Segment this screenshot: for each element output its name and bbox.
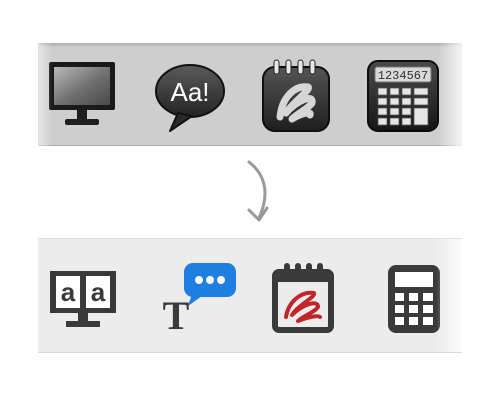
old-toolbar-item-speech[interactable]: Aa! <box>152 59 228 135</box>
monitor-letter-left: a <box>61 277 76 307</box>
notepad-icon <box>272 263 334 333</box>
notepad-icon <box>262 59 330 132</box>
old-toolbar-item-notepad[interactable] <box>260 57 332 135</box>
speech-bubble-text: Aa! <box>170 77 209 107</box>
new-toolbar-item-monitor[interactable]: a a <box>48 267 118 331</box>
monitor-icon: a a <box>50 271 116 327</box>
old-toolbar: Aa! 1234567 <box>38 43 462 146</box>
calculator-display-text: 1234567 <box>378 69 428 83</box>
old-toolbar-item-monitor[interactable] <box>46 59 118 133</box>
new-toolbar: a a T <box>38 238 462 353</box>
new-toolbar-item-calculator[interactable] <box>386 263 442 335</box>
old-toolbar-item-calculator[interactable]: 1234567 <box>366 59 440 133</box>
text-chat-icon: T <box>163 263 236 333</box>
calculator-icon: 1234567 <box>367 60 439 132</box>
comparison-stage: Aa! 1234567 a a T <box>0 0 500 400</box>
monitor-icon <box>49 62 115 125</box>
new-toolbar-item-notepad[interactable] <box>270 261 336 333</box>
monitor-letter-right: a <box>91 277 106 307</box>
calculator-icon <box>388 265 440 333</box>
new-toolbar-item-text-chat[interactable]: T <box>156 261 238 333</box>
speech-bubble-icon: Aa! <box>155 64 225 132</box>
text-chat-letter: T <box>163 293 190 333</box>
transition-arrow-icon <box>247 160 269 222</box>
